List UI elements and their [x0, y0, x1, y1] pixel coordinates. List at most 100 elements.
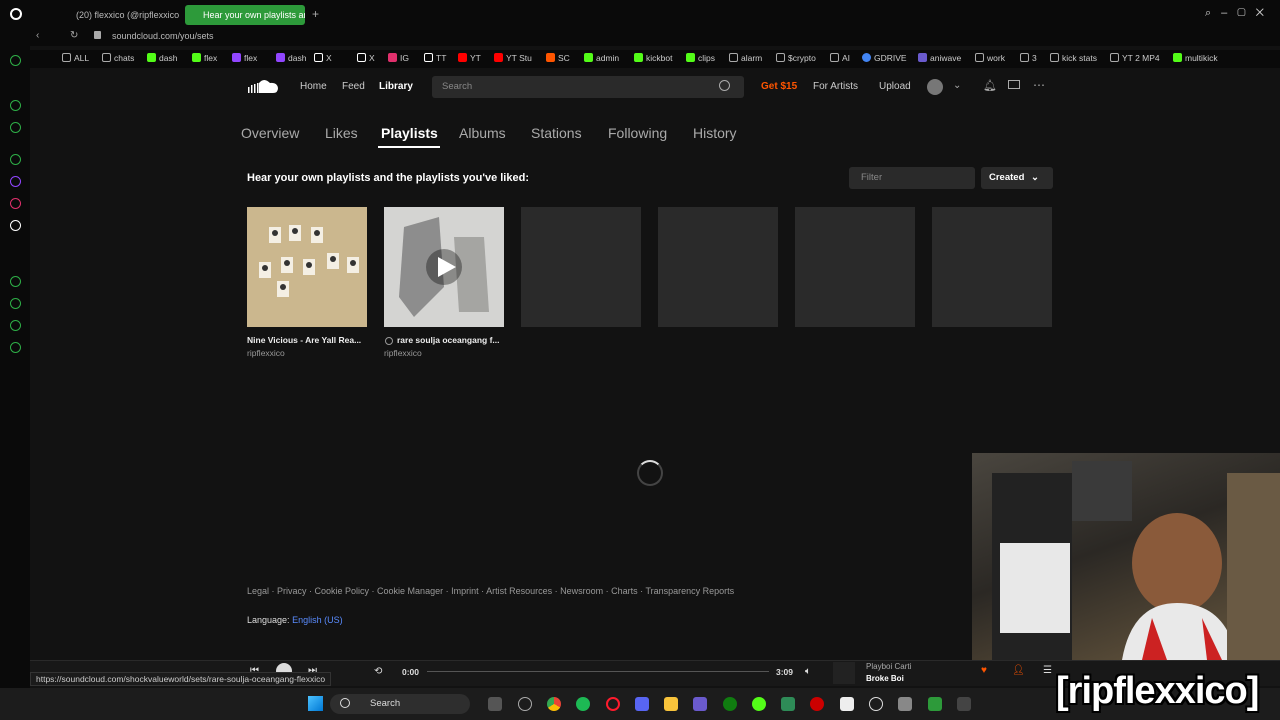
bookmark-item[interactable]: AI: [830, 53, 850, 63]
nav-home[interactable]: Home: [300, 81, 327, 92]
bookmark-item[interactable]: dash: [276, 53, 306, 63]
app-icon[interactable]: [752, 697, 766, 711]
sidebar-app-icon[interactable]: [10, 122, 21, 133]
app-icon[interactable]: [928, 697, 942, 711]
tab-likes[interactable]: Likes: [325, 125, 358, 141]
app-icon[interactable]: [781, 697, 795, 711]
bookmark-item[interactable]: $crypto: [776, 53, 816, 63]
messages-icon[interactable]: [1008, 80, 1020, 89]
get-pro-button[interactable]: Get $15: [761, 81, 797, 92]
sidebar-app-icon[interactable]: [10, 154, 21, 165]
filter-input[interactable]: Filter: [849, 167, 975, 189]
bookmark-item[interactable]: TT: [424, 53, 446, 63]
app-icon[interactable]: [810, 697, 824, 711]
back-icon[interactable]: ‹: [36, 30, 39, 41]
reload-icon[interactable]: ↻: [70, 30, 78, 41]
bookmark-item[interactable]: multikick: [1173, 53, 1218, 63]
tab-twitter[interactable]: (20) flexxico (@ripflexxico: [58, 5, 180, 25]
bookmark-item[interactable]: flex: [192, 53, 217, 63]
for-artists-link[interactable]: For Artists: [813, 81, 858, 92]
sidebar-app-icon[interactable]: [10, 176, 21, 187]
nav-library[interactable]: Library: [379, 81, 413, 92]
bookmark-item[interactable]: dash: [147, 53, 177, 63]
play-icon[interactable]: [426, 249, 462, 285]
bookmark-item[interactable]: IG: [388, 53, 409, 63]
playlist-title[interactable]: Nine Vicious - Are Yall Rea...: [247, 335, 361, 345]
app-icon[interactable]: [957, 697, 971, 711]
footer-links[interactable]: Legal · Privacy · Cookie Policy · Cookie…: [247, 586, 734, 596]
sidebar-app-icon[interactable]: [10, 100, 21, 111]
volume-icon[interactable]: 🔈︎: [805, 666, 811, 677]
bookmark-item[interactable]: GDRIVE: [862, 53, 907, 63]
repeat-icon[interactable]: ⟲: [374, 666, 382, 677]
bookmark-item[interactable]: X: [314, 53, 332, 63]
progress-bar[interactable]: [427, 671, 769, 672]
url-field[interactable]: soundcloud.com/you/sets: [112, 31, 214, 41]
search-input[interactable]: [432, 76, 744, 98]
tab-overview[interactable]: Overview: [241, 125, 299, 141]
opera-icon[interactable]: [606, 697, 620, 711]
file-explorer-icon[interactable]: [664, 697, 678, 711]
playlist-user[interactable]: ripflexxico: [247, 348, 285, 358]
playlist-user[interactable]: ripflexxico: [384, 348, 422, 358]
bookmark-item[interactable]: YT Stu: [494, 53, 532, 63]
notifications-icon[interactable]: 🔔︎: [983, 79, 997, 92]
bookmark-item[interactable]: aniwave: [918, 53, 961, 63]
bookmark-item[interactable]: YT 2 MP4: [1110, 53, 1160, 63]
sidebar-app-icon[interactable]: [10, 298, 21, 309]
sidebar-app-icon[interactable]: [10, 276, 21, 287]
tab-playlists[interactable]: Playlists: [381, 125, 438, 141]
app-icon[interactable]: [840, 697, 854, 711]
bookmark-item[interactable]: X: [357, 53, 375, 63]
nav-feed[interactable]: Feed: [342, 81, 365, 92]
sidebar-app-icon[interactable]: [10, 220, 21, 231]
queue-icon[interactable]: ☰: [1043, 665, 1052, 676]
more-icon[interactable]: ⋯: [1033, 78, 1045, 92]
app-icon[interactable]: [898, 697, 912, 711]
tab-albums[interactable]: Albums: [459, 125, 506, 141]
bookmark-item[interactable]: flex: [232, 53, 257, 63]
bookmark-item[interactable]: chats: [102, 53, 134, 63]
track-artwork[interactable]: [833, 662, 855, 684]
playlist-title[interactable]: rare soulja oceangang f...: [397, 335, 500, 345]
bookmark-item[interactable]: SC: [546, 53, 570, 63]
window-controls[interactable]: ⌕–▢✕: [1205, 7, 1274, 20]
bookmark-item[interactable]: YT: [458, 53, 481, 63]
tab-history[interactable]: History: [693, 125, 737, 141]
tab-soundcloud[interactable]: Hear your own playlists ar: [185, 5, 305, 25]
bookmark-item[interactable]: clips: [686, 53, 715, 63]
discord-icon[interactable]: [635, 697, 649, 711]
sort-dropdown[interactable]: Created ⌄: [981, 167, 1053, 189]
app-icon[interactable]: [518, 697, 532, 711]
sidebar-app-icon[interactable]: [10, 342, 21, 353]
chatgpt-icon[interactable]: [869, 697, 883, 711]
bookmark-item[interactable]: ALL: [62, 53, 89, 63]
browser-logo-icon[interactable]: [10, 8, 22, 20]
tab-stations[interactable]: Stations: [531, 125, 582, 141]
track-title[interactable]: Broke Boi: [866, 674, 904, 683]
spotify-icon[interactable]: [576, 697, 590, 711]
sidebar-app-icon[interactable]: [10, 320, 21, 331]
language-selector[interactable]: Language: English (US): [247, 615, 343, 625]
chevron-down-icon[interactable]: ⌄: [953, 80, 961, 91]
app-icon[interactable]: [693, 697, 707, 711]
bookmark-item[interactable]: 3: [1020, 53, 1037, 63]
bookmark-item[interactable]: alarm: [729, 53, 762, 63]
bookmark-item[interactable]: kickbot: [634, 53, 672, 63]
sidebar-app-icon[interactable]: [10, 198, 21, 209]
follow-icon[interactable]: 👤︎: [1012, 665, 1025, 676]
xbox-icon[interactable]: [723, 697, 737, 711]
bookmark-item[interactable]: work: [975, 53, 1005, 63]
new-tab-icon[interactable]: +: [312, 7, 319, 21]
task-view-icon[interactable]: [488, 697, 502, 711]
playlist-artwork[interactable]: [247, 207, 367, 327]
tab-following[interactable]: Following: [608, 125, 667, 141]
bookmark-item[interactable]: admin: [584, 53, 619, 63]
upload-link[interactable]: Upload: [879, 81, 911, 92]
search-icon[interactable]: [719, 80, 730, 91]
windows-start-icon[interactable]: [308, 696, 323, 711]
soundcloud-logo-icon[interactable]: [247, 79, 279, 93]
avatar[interactable]: [927, 79, 943, 95]
taskbar-search[interactable]: Search: [330, 694, 470, 714]
bookmark-item[interactable]: kick stats: [1050, 53, 1097, 63]
